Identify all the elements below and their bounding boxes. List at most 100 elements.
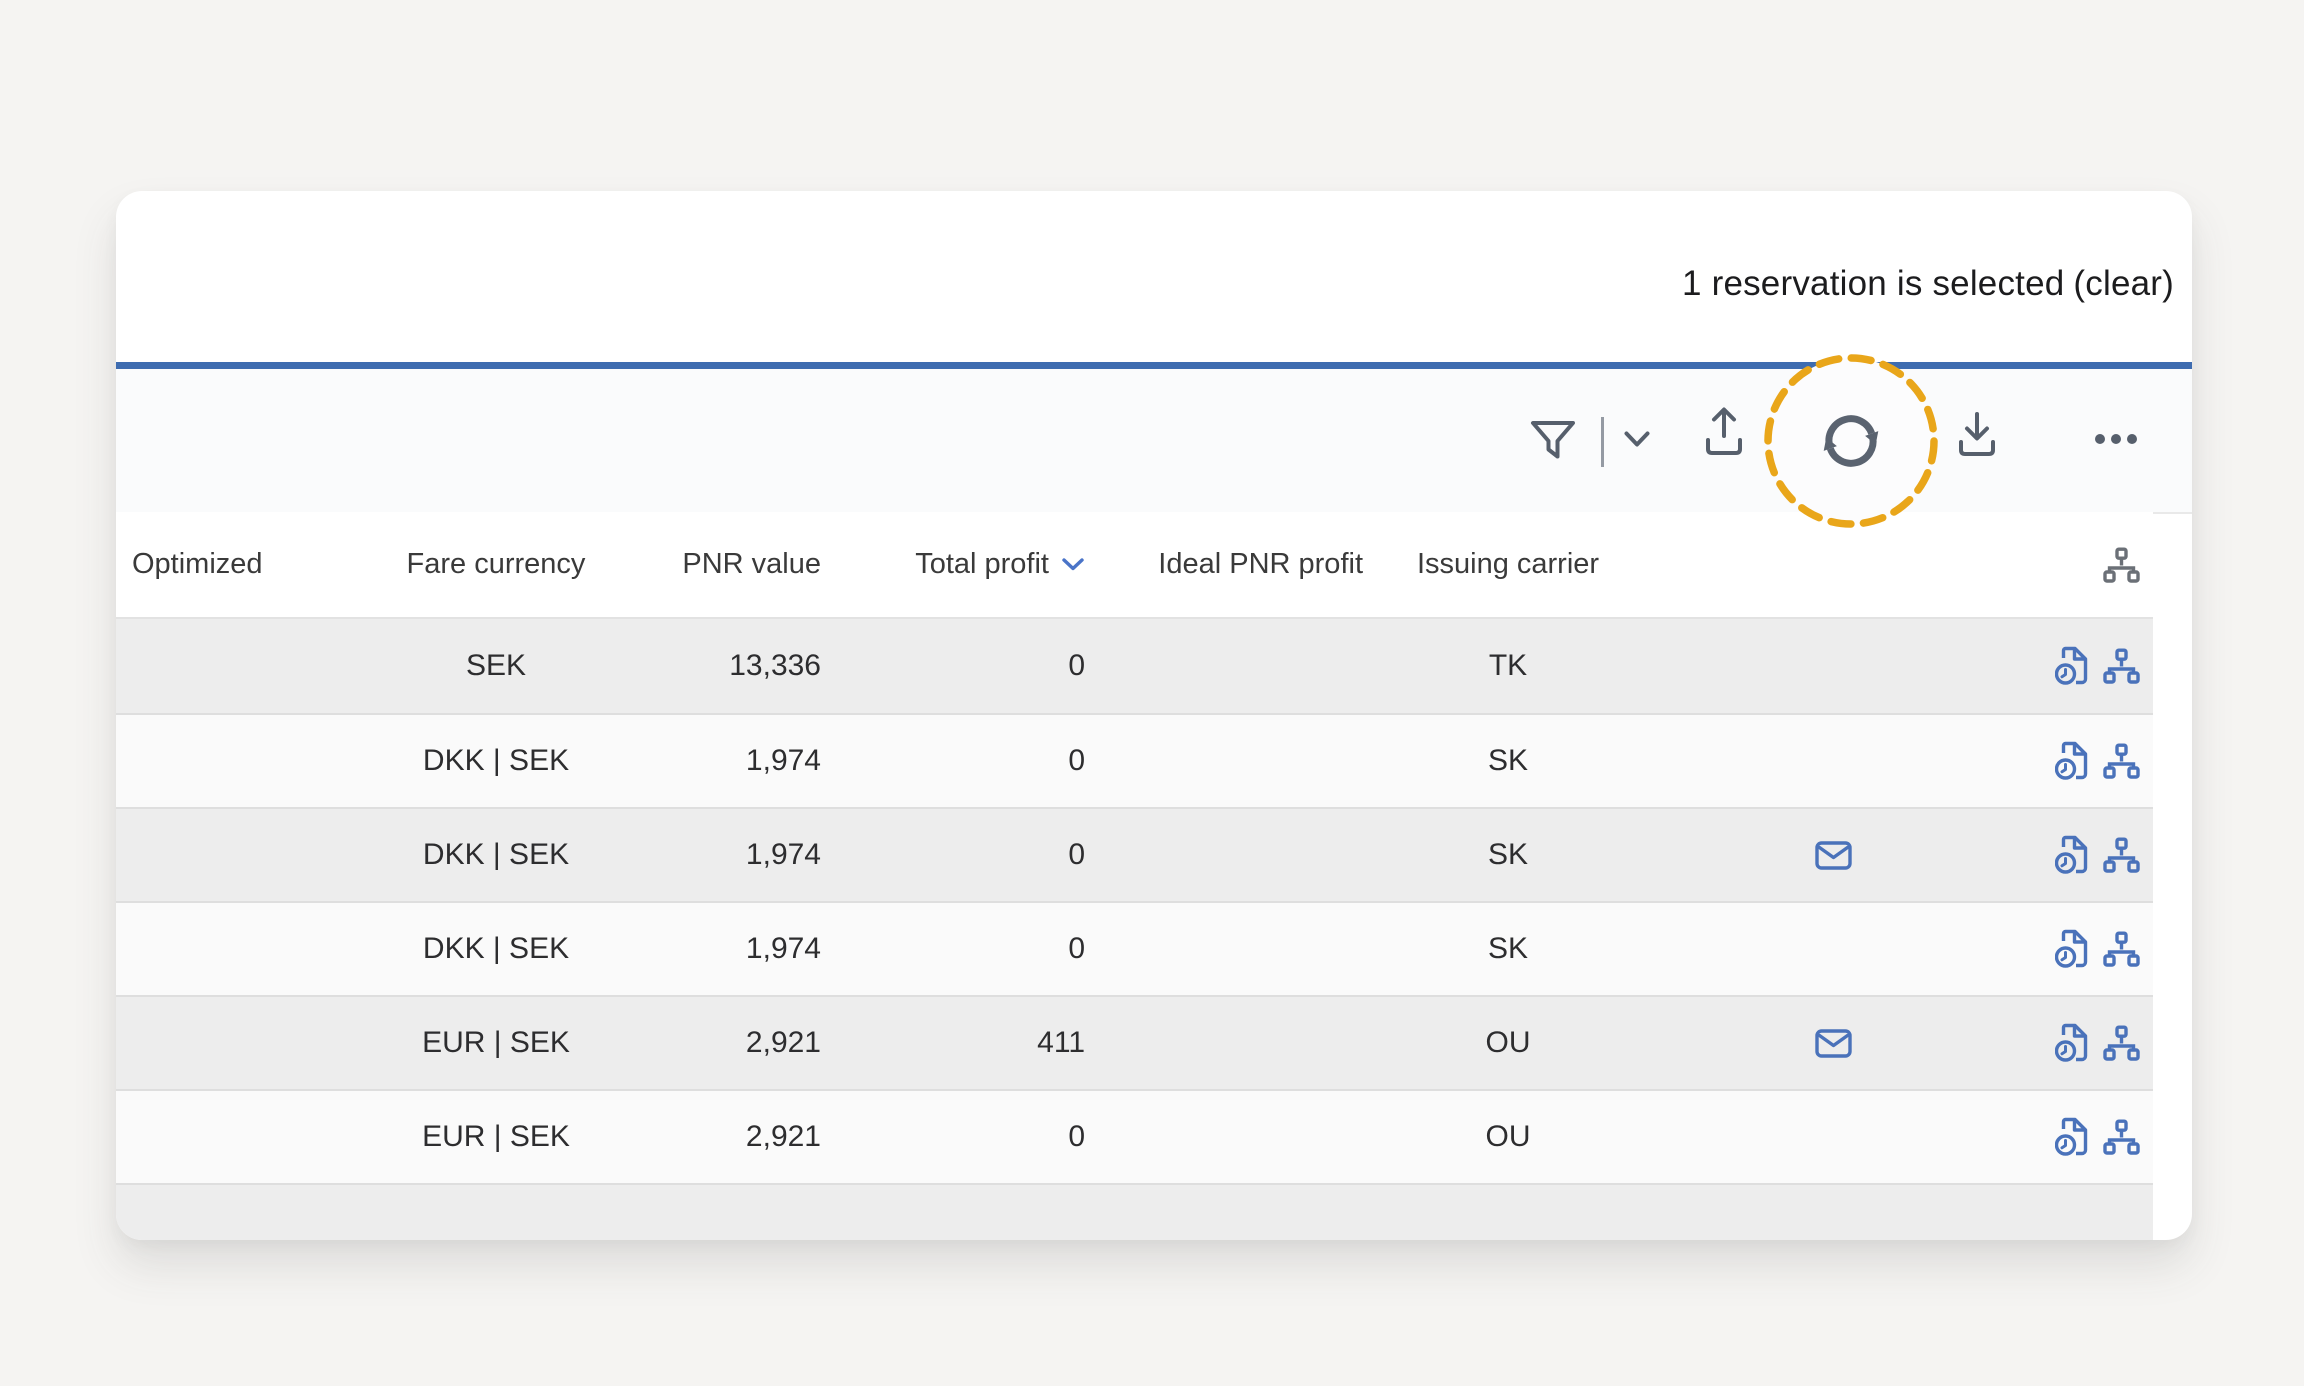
column-header-actions[interactable] (2013, 512, 2153, 617)
cell-optimized (132, 903, 342, 995)
hierarchy-icon[interactable] (2103, 931, 2140, 967)
cell-actions (2013, 903, 2153, 995)
cell-notification (1653, 619, 2013, 713)
cell-ideal-pnr-profit (1085, 809, 1363, 901)
cell-pnr-value: 1,974 (646, 715, 821, 807)
hierarchy-icon[interactable] (2103, 837, 2140, 873)
selection-text: 1 reservation is selected (1682, 264, 2064, 304)
upload-button[interactable] (1705, 405, 1743, 458)
file-clock-icon[interactable] (2055, 835, 2088, 876)
cell-total-profit: 0 (821, 1091, 1085, 1183)
file-clock-icon[interactable] (2055, 929, 2088, 970)
cell-notification (1653, 809, 2013, 901)
cell-optimized (132, 715, 342, 807)
hierarchy-icon[interactable] (2103, 743, 2140, 779)
column-header-optimized[interactable]: Optimized (132, 512, 342, 617)
column-header-pnr-value[interactable]: PNR value (646, 512, 821, 617)
table-row-partial[interactable] (116, 1183, 2153, 1240)
cell-issuing-carrier: OU (1363, 1091, 1653, 1183)
hierarchy-icon (2103, 547, 2140, 583)
table-row[interactable]: EUR | SEK 2,921 411 OU (116, 995, 2153, 1089)
table-row[interactable]: DKK | SEK 1,974 0 SK (116, 807, 2153, 901)
filter-icon (1530, 420, 1576, 460)
cell-ideal-pnr-profit (1085, 1091, 1363, 1183)
cell-fare-currency: SEK (346, 619, 646, 713)
envelope-icon[interactable] (1815, 841, 1852, 870)
cell-fare-currency: EUR | SEK (346, 1091, 646, 1183)
cell-optimized (132, 997, 342, 1089)
cell-total-profit: 0 (821, 903, 1085, 995)
filter-button[interactable] (1530, 420, 1576, 460)
table-row[interactable]: EUR | SEK 2,921 0 OU (116, 1089, 2153, 1183)
table-toolbar (116, 369, 2192, 514)
cell-pnr-value: 2,921 (646, 1091, 821, 1183)
cell-issuing-carrier: OU (1363, 997, 1653, 1089)
file-clock-icon[interactable] (2055, 1023, 2088, 1064)
cell-ideal-pnr-profit (1085, 715, 1363, 807)
hierarchy-icon[interactable] (2103, 1025, 2140, 1061)
cell-total-profit: 0 (821, 715, 1085, 807)
envelope-icon[interactable] (1815, 1029, 1852, 1058)
refresh-icon (1819, 409, 1883, 473)
cell-fare-currency: DKK | SEK (346, 903, 646, 995)
cell-fare-currency: DKK | SEK (346, 809, 646, 901)
refresh-highlight-ring (1763, 353, 1939, 529)
cell-ideal-pnr-profit (1085, 997, 1363, 1089)
column-header-issuing-carrier[interactable]: Issuing carrier (1363, 512, 1653, 617)
toolbar-divider (1601, 417, 1604, 467)
total-profit-label: Total profit (915, 548, 1049, 581)
cell-notification (1653, 903, 2013, 995)
download-icon (1957, 410, 1997, 459)
refresh-button[interactable] (1819, 409, 1883, 473)
column-header-ideal-pnr-profit[interactable]: Ideal PNR profit (1085, 512, 1363, 617)
cell-total-profit: 0 (821, 619, 1085, 713)
cell-optimized (132, 1091, 342, 1183)
cell-optimized (132, 619, 342, 713)
cell-notification (1653, 715, 2013, 807)
hierarchy-icon[interactable] (2103, 1119, 2140, 1155)
cell-actions (2013, 997, 2153, 1089)
cell-pnr-value: 1,974 (646, 809, 821, 901)
ellipsis-icon (2094, 433, 2138, 445)
cell-issuing-carrier: SK (1363, 809, 1653, 901)
column-header-fare-currency[interactable]: Fare currency (346, 512, 646, 617)
cell-actions (2013, 619, 2153, 713)
cell-optimized (132, 809, 342, 901)
file-clock-icon[interactable] (2055, 741, 2088, 782)
more-options-button[interactable] (2094, 433, 2138, 445)
file-clock-icon[interactable] (2055, 646, 2088, 687)
upload-icon (1705, 405, 1743, 458)
table-row[interactable]: SEK 13,336 0 TK (116, 619, 2153, 713)
cell-actions (2013, 1091, 2153, 1183)
file-clock-icon[interactable] (2055, 1117, 2088, 1158)
table-body: SEK 13,336 0 TK (116, 619, 2153, 1240)
cell-pnr-value: 1,974 (646, 903, 821, 995)
cell-pnr-value: 13,336 (646, 619, 821, 713)
cell-notification (1653, 997, 2013, 1089)
cell-actions (2013, 809, 2153, 901)
table-row[interactable]: DKK | SEK 1,974 0 SK (116, 713, 2153, 807)
cell-issuing-carrier: TK (1363, 619, 1653, 713)
cell-actions (2013, 715, 2153, 807)
cell-issuing-carrier: SK (1363, 715, 1653, 807)
cell-notification (1653, 1091, 2013, 1183)
download-button[interactable] (1957, 410, 1997, 459)
cell-fare-currency: EUR | SEK (346, 997, 646, 1089)
page: { "banner": { "selection_text": "1 reser… (0, 0, 2304, 1386)
cell-fare-currency: DKK | SEK (346, 715, 646, 807)
chevron-down-icon (1623, 430, 1651, 449)
column-header-total-profit[interactable]: Total profit (821, 512, 1085, 617)
cell-issuing-carrier: SK (1363, 903, 1653, 995)
hierarchy-icon[interactable] (2103, 648, 2140, 684)
cell-ideal-pnr-profit (1085, 903, 1363, 995)
cell-ideal-pnr-profit (1085, 619, 1363, 713)
sort-desc-icon (1061, 557, 1085, 572)
clear-selection-link[interactable]: (clear) (2073, 264, 2174, 304)
cell-pnr-value: 2,921 (646, 997, 821, 1089)
selection-banner: 1 reservation is selected (clear) (116, 191, 2192, 362)
table-row[interactable]: DKK | SEK 1,974 0 SK (116, 901, 2153, 995)
reservations-panel: 1 reservation is selected (clear) (116, 191, 2192, 1240)
cell-total-profit: 411 (821, 997, 1085, 1089)
cell-total-profit: 0 (821, 809, 1085, 901)
filter-expand-button[interactable] (1623, 430, 1651, 449)
